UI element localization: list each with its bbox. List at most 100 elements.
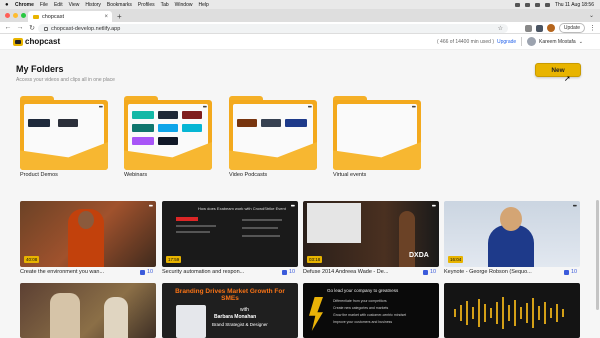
slide-bullet: Differentiate from your competitors <box>333 299 387 303</box>
bookmark-star-icon[interactable]: ☆ <box>498 25 503 32</box>
menu-profiles[interactable]: Profiles <box>138 2 155 8</box>
chopcast-logo[interactable]: chopcast <box>13 37 60 46</box>
menu-window[interactable]: Window <box>175 2 193 8</box>
folder-menu-icon[interactable]: ••• <box>203 105 207 111</box>
slide-heading: How does Exabeam work with CrowdStrike E… <box>198 206 286 211</box>
wifi-icon[interactable] <box>534 2 540 7</box>
app-header: chopcast ( 466 of 14400 min used ) Upgra… <box>0 34 600 50</box>
menu-edit[interactable]: Edit <box>54 2 63 8</box>
clips-icon <box>423 269 428 275</box>
minimize-window-icon[interactable] <box>13 13 18 18</box>
video-title[interactable]: Security automation and respon... <box>162 269 274 275</box>
new-button[interactable]: New <box>535 63 581 77</box>
video-thumbnail[interactable] <box>444 283 580 338</box>
menubar-clock[interactable]: Thu 11 Aug 18:56 <box>555 2 594 8</box>
duration-badge: 17:59 <box>166 256 182 263</box>
browser-tab[interactable]: chopcast × <box>28 11 112 22</box>
video-thumbnail[interactable]: DXDA 03:18 ••• <box>303 201 439 267</box>
user-name: Kareem Mostafa <box>539 38 576 45</box>
back-icon[interactable]: ← <box>4 24 12 31</box>
folder-thumbnail <box>285 119 307 127</box>
video-thumbnail[interactable]: Branding Drives Market Growth For SMEs w… <box>162 283 298 338</box>
extension-icon[interactable] <box>524 24 532 32</box>
control-center-icon[interactable] <box>544 2 550 7</box>
menu-tab[interactable]: Tab <box>161 2 169 8</box>
folder-label: Product Demos <box>20 172 58 178</box>
slide-line <box>242 235 280 237</box>
video-title[interactable]: Create the environment you wan... <box>20 269 132 275</box>
duration-badge: 16:04 <box>448 256 464 263</box>
url-text[interactable]: chopcast-develop.netlify.app <box>51 26 120 32</box>
menu-history[interactable]: History <box>85 2 101 8</box>
reload-icon[interactable]: ↻ <box>28 24 36 32</box>
tab-title: chopcast <box>42 13 65 20</box>
card-menu-icon[interactable]: ••• <box>573 204 577 210</box>
folder-menu-icon[interactable]: ••• <box>308 105 312 111</box>
mouse-cursor-icon: ➚ <box>564 74 571 83</box>
video-thumbnail[interactable]: Go lead your company to greatness Differ… <box>303 283 439 338</box>
card-menu-icon[interactable]: ••• <box>149 204 153 210</box>
lock-icon[interactable] <box>44 26 48 31</box>
video-thumbnail[interactable]: 16:04 ••• <box>444 201 580 267</box>
folder-product-demos[interactable]: ••• <box>20 96 108 170</box>
forward-icon[interactable]: → <box>16 24 24 31</box>
folder-thumbnail <box>182 111 202 119</box>
video-title[interactable]: Keynote - George Robson (Sequo... <box>444 269 556 275</box>
browser-toolbar: ← → ↻ chopcast-develop.netlify.app ☆ Upd… <box>0 22 600 34</box>
card-menu-icon[interactable]: ••• <box>432 204 436 210</box>
folder-virtual-events[interactable]: ••• <box>333 96 421 170</box>
battery-icon[interactable] <box>524 2 530 7</box>
clips-icon <box>564 269 569 275</box>
clip-count-value: 10 <box>289 269 296 275</box>
folder-thumbnail <box>158 124 178 132</box>
folder-menu-icon[interactable]: ••• <box>412 105 416 111</box>
event-logo: DXDA <box>409 252 429 259</box>
zoom-window-icon[interactable] <box>21 13 26 18</box>
folder-menu-icon[interactable]: ••• <box>99 105 103 111</box>
slide-line <box>176 231 210 233</box>
lightning-icon <box>309 297 323 331</box>
usage-text: ( 466 of 14400 min used ) <box>437 39 494 45</box>
slide-bullet: Improve your customers and business <box>333 320 393 324</box>
speaker-head <box>500 207 522 231</box>
card-menu-icon[interactable]: ••• <box>291 204 295 210</box>
menu-chrome[interactable]: Chrome <box>15 2 34 8</box>
update-button[interactable]: Update <box>558 23 585 33</box>
menu-help[interactable]: Help <box>198 2 208 8</box>
clips-icon <box>140 269 145 275</box>
user-menu[interactable]: Kareem Mostafa ⌄ <box>527 37 583 46</box>
folder-thumbnail <box>28 119 50 127</box>
video-thumbnail[interactable]: How does Exabeam work with CrowdStrike E… <box>162 201 298 267</box>
address-bar[interactable]: chopcast-develop.netlify.app ☆ <box>38 24 508 33</box>
video-thumbnail[interactable] <box>20 283 156 338</box>
folder-label: Webinars <box>124 172 148 178</box>
close-tab-icon[interactable]: × <box>104 14 108 20</box>
puzzle-icon[interactable] <box>535 24 543 32</box>
close-window-icon[interactable] <box>5 13 10 18</box>
duration-badge: 03:18 <box>307 256 323 263</box>
folder-thumbnail <box>261 119 281 127</box>
slide-bar <box>176 217 198 221</box>
upgrade-link[interactable]: Upgrade <box>497 39 516 45</box>
scrollbar[interactable] <box>596 200 599 310</box>
tab-search-icon[interactable]: ⌄ <box>589 12 594 19</box>
clips-icon <box>282 269 287 275</box>
profile-avatar[interactable] <box>546 24 555 32</box>
status-icon[interactable] <box>514 2 520 7</box>
speaker-head <box>78 211 94 229</box>
speaker-figure <box>104 297 128 338</box>
slide-heading: Branding Drives Market Growth For SMEs <box>175 288 285 302</box>
chrome-menu-icon[interactable]: ⋮ <box>589 24 596 32</box>
folder-thumbnail <box>158 137 178 145</box>
video-title[interactable]: Defuse 2014 Andreea Wade - De... <box>303 269 415 275</box>
menu-bookmarks[interactable]: Bookmarks <box>107 2 132 8</box>
menu-view[interactable]: View <box>69 2 80 8</box>
folder-thumbnail <box>182 124 202 132</box>
video-thumbnail[interactable]: 40:08 ••• <box>20 201 156 267</box>
folder-webinars[interactable]: ••• <box>124 96 212 170</box>
folder-video-podcasts[interactable]: ••• <box>229 96 317 170</box>
apple-icon[interactable]: ● <box>5 2 11 8</box>
menu-file[interactable]: File <box>40 2 48 8</box>
clip-count-value: 10 <box>430 269 437 275</box>
new-tab-icon[interactable]: + <box>117 12 122 21</box>
